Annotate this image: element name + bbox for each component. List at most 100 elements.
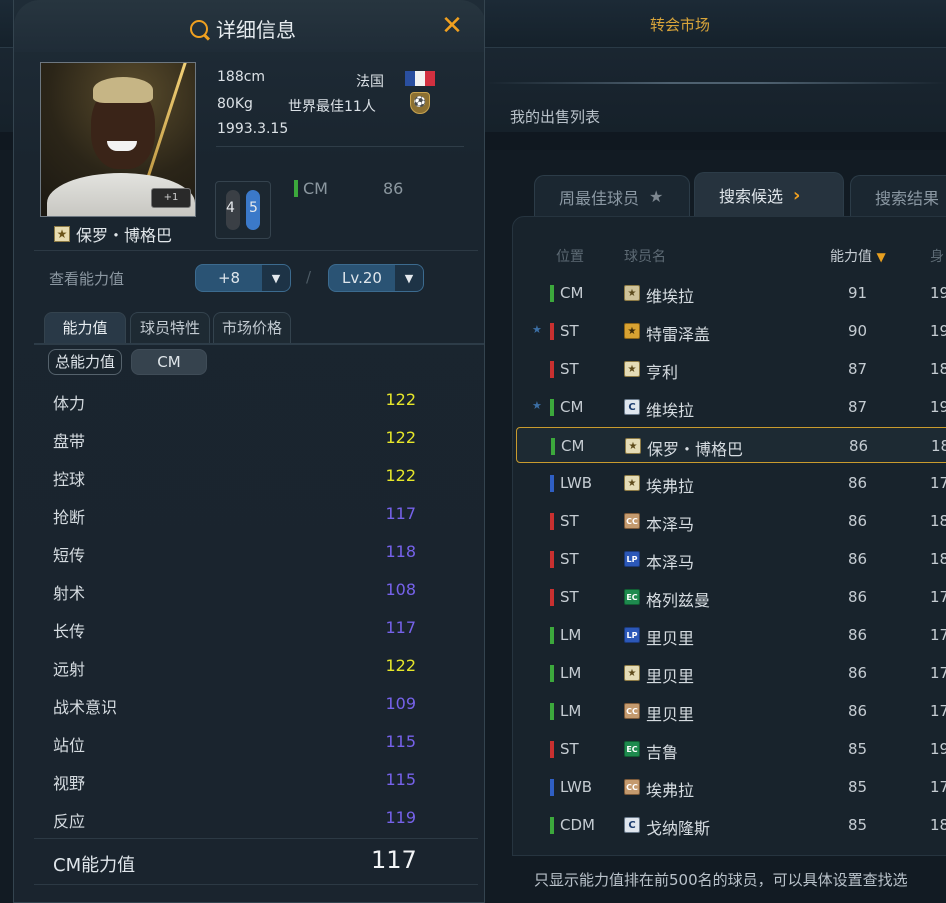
stat-row: 长传 117 xyxy=(38,609,458,647)
tab-search-candidates[interactable]: 搜索候选 › xyxy=(694,172,844,217)
favorite-star-icon[interactable]: ★ xyxy=(532,399,542,412)
tab-label: 搜索候选 xyxy=(719,187,784,206)
stat-value: 117 xyxy=(385,504,416,523)
table-row[interactable]: ★ CM C 维埃拉 87 19 xyxy=(516,389,946,425)
stat-value: 119 xyxy=(385,808,416,827)
chevron-down-icon: ▼ xyxy=(395,265,423,291)
row-height: 18 xyxy=(930,512,946,530)
world-best-badge-icon: ⚽ xyxy=(410,92,430,114)
position-stats-chip[interactable]: CM xyxy=(131,349,207,375)
column-ovr[interactable]: 能力值 ▼ xyxy=(830,246,886,266)
close-button[interactable]: ✕ xyxy=(438,12,466,40)
position-color-bar xyxy=(550,323,554,340)
row-position: CM xyxy=(560,398,584,416)
column-ovr-label: 能力值 xyxy=(830,249,872,265)
enhance-badge: +1 xyxy=(151,188,191,208)
row-player-name: 戈纳隆斯 xyxy=(646,819,711,838)
table-row[interactable]: LM LP 里贝里 86 17 xyxy=(516,617,946,653)
my-sales-tab[interactable]: 我的出售列表 xyxy=(510,106,600,127)
row-height: 19 xyxy=(930,740,946,758)
stat-value: 122 xyxy=(385,656,416,675)
row-ovr: 86 xyxy=(848,474,868,492)
row-height: 18 xyxy=(930,360,946,378)
row-position: LWB xyxy=(560,474,593,492)
position-color-bar xyxy=(294,180,298,197)
tab-market-price[interactable]: 市场价格 xyxy=(213,312,291,344)
modal-title-group: 详细信息 xyxy=(190,14,296,43)
stat-label: 短传 xyxy=(53,546,86,565)
row-ovr: 86 xyxy=(849,437,869,455)
level-selector[interactable]: Lv.20 ▼ xyxy=(328,264,424,292)
season-badge-icon: LP xyxy=(624,551,640,567)
tab-search-results[interactable]: 搜索结果 xyxy=(850,175,946,217)
season-badge-icon: C xyxy=(624,817,640,833)
row-height: 17 xyxy=(930,588,946,606)
table-row[interactable]: CM ★ 保罗・博格巴 86 18 xyxy=(516,427,946,463)
row-position: LM xyxy=(560,626,582,644)
player-nation: 法国 xyxy=(356,74,384,90)
favorite-star-icon[interactable]: ★ xyxy=(532,323,542,336)
column-position[interactable]: 位置 xyxy=(556,246,584,266)
table-row[interactable]: CDM C 戈纳隆斯 85 18 xyxy=(516,807,946,843)
row-ovr: 85 xyxy=(848,740,868,758)
row-height: 18 xyxy=(930,816,946,834)
total-stats-chip[interactable]: 总能力值 xyxy=(48,349,122,375)
stat-label: 反应 xyxy=(53,812,86,831)
tab-weekly-best[interactable]: 周最佳球员 ★ xyxy=(534,175,690,217)
list-footer-note: 只显示能力值排在前500名的球员，可以具体设置查找选 xyxy=(534,871,908,889)
stat-value: 118 xyxy=(385,542,416,561)
stat-row: 射术 108 xyxy=(38,571,458,609)
table-row[interactable]: CM ★ 维埃拉 91 19 xyxy=(516,275,946,311)
player-detail-modal: 详细信息 ✕ +1 ★ 保罗・博格巴 188cm 80Kg 1993.3.15 … xyxy=(13,0,485,903)
table-row[interactable]: LM ★ 里贝里 86 17 xyxy=(516,655,946,691)
stat-value: 122 xyxy=(385,466,416,485)
tab-stats[interactable]: 能力值 xyxy=(44,312,126,344)
row-position: CDM xyxy=(560,816,595,834)
chevron-right-icon: › xyxy=(793,184,801,206)
row-ovr: 86 xyxy=(848,664,868,682)
player-birthdate: 1993.3.15 xyxy=(217,121,289,137)
card-type-icon: ★ xyxy=(54,226,70,242)
row-player-name: 里贝里 xyxy=(646,667,695,686)
table-row[interactable]: ST LP 本泽马 86 18 xyxy=(516,541,946,577)
row-ovr: 86 xyxy=(848,626,868,644)
close-icon: ✕ xyxy=(441,11,463,41)
column-height[interactable]: 身 xyxy=(930,246,944,266)
season-badge-icon: CC xyxy=(624,703,640,719)
row-player-name: 埃弗拉 xyxy=(646,477,695,496)
row-ovr: 86 xyxy=(848,550,868,568)
row-height: 17 xyxy=(930,664,946,682)
tab-player-traits[interactable]: 球员特性 xyxy=(130,312,210,344)
row-height: 17 xyxy=(930,778,946,796)
row-position: LM xyxy=(560,664,582,682)
table-row[interactable]: LWB CC 埃弗拉 85 17 xyxy=(516,769,946,805)
row-height: 19 xyxy=(930,398,946,416)
row-ovr: 85 xyxy=(848,778,868,796)
player-name: 保罗・博格巴 xyxy=(76,226,173,245)
stat-label: 站位 xyxy=(53,736,86,755)
foot-skill-box: 4 5 xyxy=(215,181,271,239)
stat-row: 站位 115 xyxy=(38,723,458,761)
table-row[interactable]: LM CC 里贝里 86 17 xyxy=(516,693,946,729)
row-height: 18 xyxy=(931,437,946,455)
table-row[interactable]: ST ★ 亨利 87 18 xyxy=(516,351,946,387)
header-divider xyxy=(486,82,946,84)
right-foot-rating: 5 xyxy=(249,200,258,216)
table-row[interactable]: ★ ST ★ 特雷泽盖 90 19 xyxy=(516,313,946,349)
player-weight: 80Kg xyxy=(217,96,253,112)
position-color-bar xyxy=(550,817,554,834)
row-position: ST xyxy=(560,588,579,606)
table-row[interactable]: ST CC 本泽马 86 18 xyxy=(516,503,946,539)
stat-label: 战术意识 xyxy=(53,698,118,717)
stat-label: 长传 xyxy=(53,622,86,641)
season-badge-icon: CC xyxy=(624,513,640,529)
table-row[interactable]: ST EC 格列兹曼 86 17 xyxy=(516,579,946,615)
table-row[interactable]: LWB ★ 埃弗拉 86 17 xyxy=(516,465,946,501)
position-color-bar xyxy=(550,741,554,758)
boost-selector[interactable]: +8 ▼ xyxy=(195,264,291,292)
row-ovr: 90 xyxy=(848,322,868,340)
column-name[interactable]: 球员名 xyxy=(624,246,666,266)
stat-label: 盘带 xyxy=(53,432,86,451)
table-row[interactable]: ST EC 吉鲁 85 19 xyxy=(516,731,946,767)
selector-separator: / xyxy=(306,268,312,286)
